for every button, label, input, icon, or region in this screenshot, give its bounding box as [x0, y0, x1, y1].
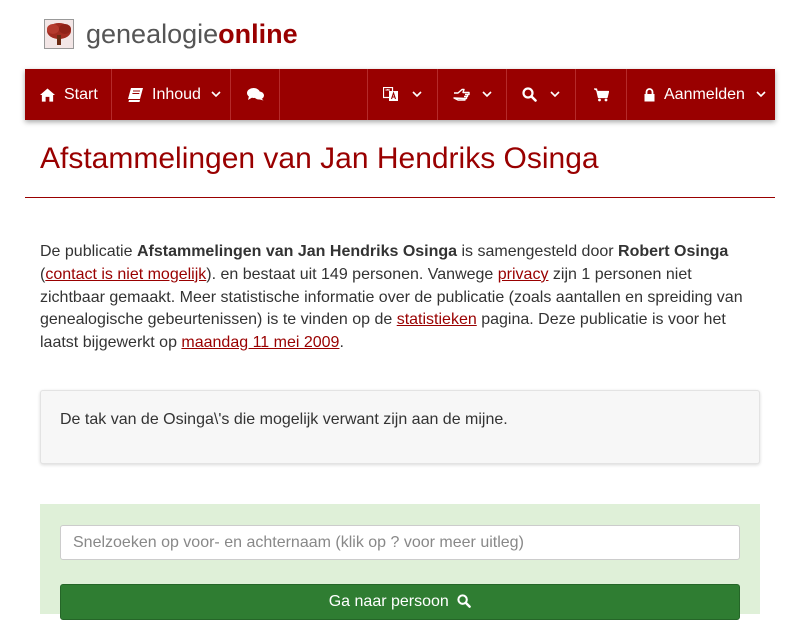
home-icon: [40, 87, 55, 102]
chevron-down-icon: [211, 91, 221, 98]
chevron-down-icon: [482, 91, 492, 98]
site-header: genealogieonline: [44, 17, 298, 51]
brand-name-accent: online: [218, 18, 298, 49]
search-icon: [453, 593, 472, 610]
tree-logo-icon[interactable]: [44, 19, 74, 49]
contact-link[interactable]: contact is niet mogelijk: [45, 266, 206, 283]
chevron-down-icon: [550, 91, 560, 98]
nav-login-label: Aanmelden: [664, 85, 745, 103]
author-name: Robert Osinga: [618, 243, 729, 260]
intro-text: ). en bestaat uit 149 personen. Vanwege: [206, 265, 498, 283]
main-navbar: Start Inhoud Aanmelden: [25, 69, 775, 120]
nav-start-label: Start: [64, 85, 98, 103]
publication-name: Afstammelingen van Jan Hendriks Osinga: [136, 243, 458, 260]
page-title: Afstammelingen van Jan Hendriks Osinga: [40, 142, 599, 175]
go-to-person-label: Ga naar persoon: [328, 593, 449, 610]
intro-text: .: [339, 334, 344, 352]
nav-contents[interactable]: Inhoud: [112, 69, 231, 120]
nav-start[interactable]: Start: [25, 69, 112, 120]
chevron-down-icon: [412, 91, 422, 98]
nav-spacer: [280, 69, 368, 120]
book-icon: [128, 87, 143, 102]
title-divider: [25, 197, 775, 198]
nav-language[interactable]: [368, 69, 438, 120]
publication-intro: De publicatie Afstammelingen van Jan Hen…: [40, 241, 760, 355]
nav-share[interactable]: [438, 69, 507, 120]
chevron-down-icon: [756, 91, 766, 98]
nav-login[interactable]: Aanmelden: [627, 69, 775, 120]
quick-search-input[interactable]: [60, 525, 740, 560]
search-icon: [522, 87, 537, 102]
intro-text: is samengesteld door: [457, 243, 619, 260]
brand-name-plain: genealogie: [86, 18, 219, 49]
intro-text: De publicatie: [40, 243, 137, 260]
quick-search-panel: Ga naar persoon: [40, 504, 760, 620]
statistics-link[interactable]: statistieken: [397, 311, 477, 328]
nav-forum[interactable]: [231, 69, 280, 120]
publication-description: De tak van de Osinga\'s die mogelijk ver…: [40, 390, 760, 464]
hand-point-icon: [453, 88, 470, 101]
comments-icon: [246, 88, 264, 101]
last-updated-link[interactable]: maandag 11 mei 2009: [181, 334, 339, 351]
lock-icon: [644, 87, 655, 102]
go-to-person-button[interactable]: Ga naar persoon: [60, 584, 740, 620]
translate-icon: [383, 87, 399, 102]
brand-logo-text[interactable]: genealogieonline: [86, 19, 298, 50]
nav-cart[interactable]: [576, 69, 627, 120]
nav-search[interactable]: [507, 69, 576, 120]
cart-icon: [593, 87, 609, 102]
privacy-link[interactable]: privacy: [498, 266, 549, 283]
nav-contents-label: Inhoud: [152, 85, 201, 103]
